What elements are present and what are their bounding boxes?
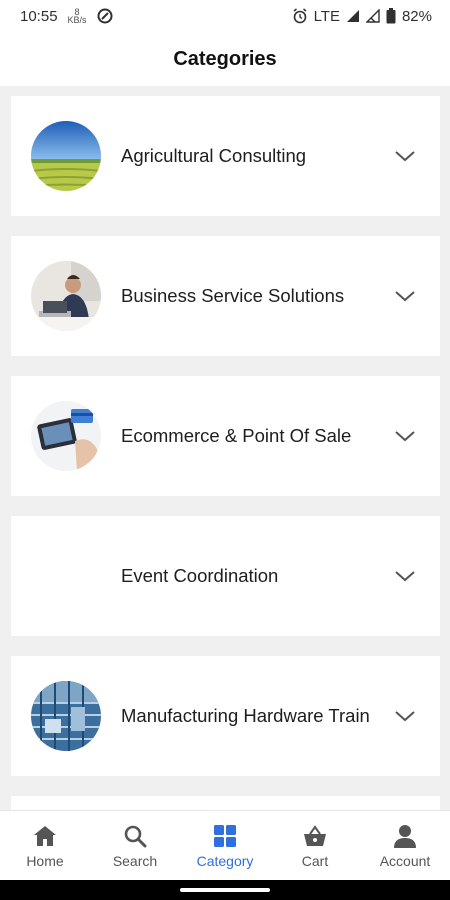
alarm-icon [293,8,307,24]
page-title: Categories [173,47,277,70]
data-rate-indicator: 8 KB/s [67,8,87,25]
data-saver-icon [97,8,113,24]
home-icon [34,825,56,846]
search-icon [124,825,147,847]
nav-account[interactable]: Account [360,811,450,880]
category-label: Event Coordination [121,565,279,586]
nav-category-label: Category [196,852,254,869]
nav-cart[interactable]: Cart [270,811,360,880]
app-bar: Categories [0,32,450,86]
status-time: 10:55 [20,7,58,25]
chevron-down-icon[interactable] [394,426,416,446]
event-coordination-image-placeholder [31,541,101,611]
data-rate-unit: KB/s [67,15,87,25]
businessman-image [31,261,101,331]
battery-icon [386,8,396,24]
grid-icon [214,824,236,847]
category-card-business-service-solutions[interactable]: Business Service Solutions [11,236,440,356]
category-card-partial[interactable] [11,796,440,810]
nav-cart-label: Cart [301,852,329,869]
nav-search[interactable]: Search [90,811,180,880]
chevron-down-icon[interactable] [394,286,416,306]
network-type: LTE [313,7,340,25]
signal-icon-2 [365,9,380,23]
category-label: Business Service Solutions [121,285,345,306]
nav-account-label: Account [379,852,431,869]
nav-home-label: Home [26,852,64,869]
factory-image [31,681,101,751]
status-bar: 10:55 8 KB/s LTE 82% [0,0,450,32]
nav-category[interactable]: Category [180,811,270,880]
category-label: Ecommerce & Point Of Sale [121,425,352,446]
category-card-agricultural-consulting[interactable]: Agricultural Consulting [11,96,440,216]
person-icon [394,824,416,848]
nav-search-label: Search [112,852,158,869]
signal-icon [346,10,359,22]
home-gesture-handle[interactable] [180,888,270,892]
chevron-down-icon[interactable] [394,566,416,586]
battery-level: 82% [401,7,432,25]
basket-icon [304,824,326,846]
chevron-down-icon[interactable] [394,146,416,166]
category-card-manufacturing-hardware[interactable]: Manufacturing Hardware Train [11,656,440,776]
category-label: Manufacturing Hardware Train [121,705,370,726]
system-gesture-bar [0,880,450,900]
category-card-ecommerce-point-of-sale[interactable]: Ecommerce & Point Of Sale [11,376,440,496]
agricultural-field-image [31,121,101,191]
bottom-navigation: Home Search Category Cart Account [0,810,450,880]
category-list[interactable]: Agricultural Consulting Business Service… [0,86,450,810]
category-card-event-coordination[interactable]: Event Coordination [11,516,440,636]
nav-home[interactable]: Home [0,811,90,880]
card-terminal-image [31,401,101,471]
category-label: Agricultural Consulting [121,145,307,166]
chevron-down-icon[interactable] [394,706,416,726]
